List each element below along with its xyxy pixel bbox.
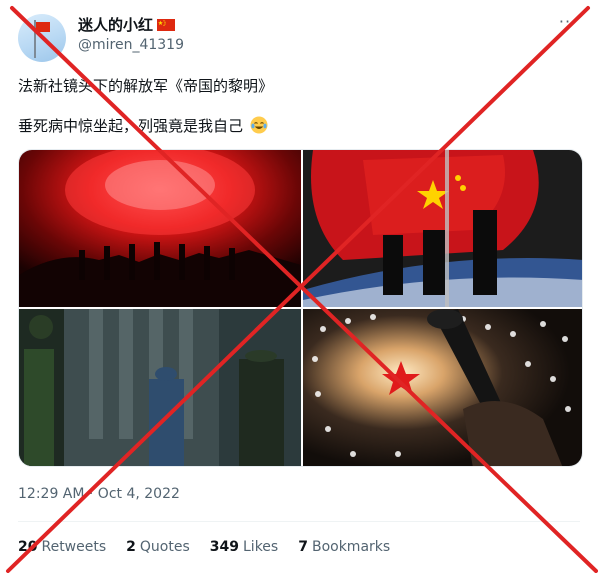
tweet-card: 迷人的小红 @miren_41319 ··· 法新社镜头下的解放军《帝国的黎明》… bbox=[0, 0, 598, 573]
flag-guard-photo[interactable] bbox=[303, 150, 582, 307]
quotes-label: Quotes bbox=[139, 539, 190, 555]
display-name[interactable]: 迷人的小红 bbox=[78, 15, 153, 35]
more-dots-icon: ··· bbox=[558, 12, 578, 31]
quotes-stat[interactable]: 2 Quotes bbox=[126, 537, 190, 557]
bookmarks-count: 7 bbox=[298, 539, 308, 555]
bookmarks-stat[interactable]: 7 Bookmarks bbox=[298, 537, 390, 557]
china-flag-icon bbox=[157, 19, 176, 31]
tweet-text-line-2-text: 垂死病中惊坐起，列强竟是我自己 bbox=[18, 117, 244, 135]
media-grid bbox=[18, 149, 583, 467]
retweets-label: Retweets bbox=[41, 539, 107, 555]
tweet-text-line-2: 垂死病中惊坐起，列强竟是我自己 bbox=[18, 115, 268, 137]
tweet-timestamp[interactable]: 12:29 AM · Oct 4, 2022 bbox=[18, 485, 180, 503]
more-options-button[interactable]: ··· bbox=[556, 12, 580, 32]
avatar[interactable] bbox=[18, 14, 66, 62]
soldiers-building-photo[interactable] bbox=[19, 309, 301, 466]
face-with-tears-of-joy-icon bbox=[250, 116, 268, 134]
author-name-row: 迷人的小红 bbox=[78, 14, 176, 36]
bugle-star-ceiling-photo[interactable] bbox=[303, 309, 582, 466]
likes-label: Likes bbox=[243, 539, 279, 555]
tweet-text-line-1: 法新社镜头下的解放军《帝国的黎明》 bbox=[18, 77, 274, 95]
user-handle[interactable]: @miren_41319 bbox=[78, 36, 184, 54]
quotes-count: 2 bbox=[126, 539, 136, 555]
engagement-stats: 20 Retweets 2 Quotes 349 Likes 7 Bookmar… bbox=[18, 537, 390, 557]
likes-count: 349 bbox=[209, 539, 239, 555]
retweets-count: 20 bbox=[18, 539, 38, 555]
bookmarks-label: Bookmarks bbox=[311, 539, 391, 555]
likes-stat[interactable]: 349 Likes bbox=[210, 537, 278, 557]
fireworks-silhouettes-photo[interactable] bbox=[19, 150, 301, 307]
retweets-stat[interactable]: 20 Retweets bbox=[18, 537, 106, 557]
divider bbox=[18, 521, 580, 522]
